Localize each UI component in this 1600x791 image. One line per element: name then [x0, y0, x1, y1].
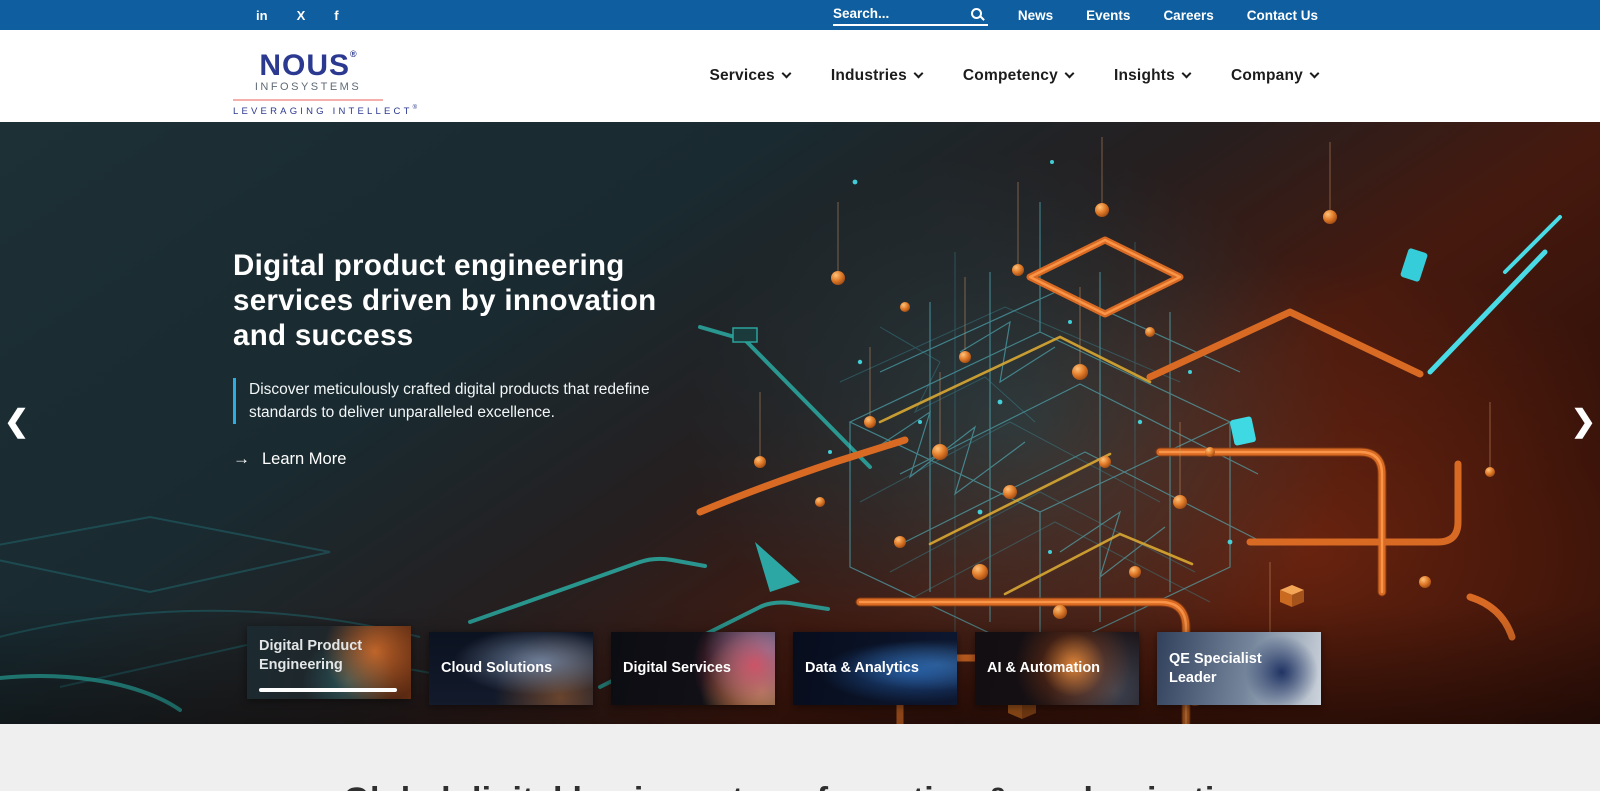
slide-thumb-qe-specialist-leader[interactable]: QE Specialist Leader: [1157, 632, 1321, 705]
slide-thumb-digital-product-engineering[interactable]: Digital Product Engineering: [247, 626, 411, 699]
next-section: Global digital business transformation &…: [0, 724, 1600, 791]
topbar-link-events[interactable]: Events: [1086, 8, 1130, 23]
linkedin-icon[interactable]: in: [256, 8, 268, 23]
topbar-link-contact-us[interactable]: Contact Us: [1247, 8, 1318, 23]
slide-progress-bar: [259, 688, 397, 692]
chevron-down-icon: [781, 68, 792, 79]
learn-more-label: Learn More: [262, 449, 347, 468]
registered-mark-icon: ®: [350, 49, 357, 59]
hero-content: Digital product engineering services dri…: [233, 248, 707, 469]
x-twitter-icon[interactable]: X: [297, 8, 306, 23]
nav-item-industries[interactable]: Industries: [831, 67, 924, 85]
search-icon[interactable]: [971, 7, 982, 19]
nous-logo[interactable]: NOUS® INFOSYSTEMS LEVERAGING INTELLECT®: [233, 39, 418, 117]
main-header: NOUS® INFOSYSTEMS LEVERAGING INTELLECT® …: [0, 30, 1600, 122]
carousel-prev-button[interactable]: ❮: [4, 405, 29, 439]
slide-thumb-data-analytics[interactable]: Data & Analytics: [793, 632, 957, 705]
topbar-links: News Events Careers Contact Us: [1018, 0, 1318, 30]
carousel-next-button[interactable]: ❯: [1571, 405, 1596, 439]
chevron-down-icon: [1064, 68, 1075, 79]
nav-item-competency[interactable]: Competency: [963, 67, 1075, 85]
search-box[interactable]: [833, 2, 988, 26]
facebook-icon[interactable]: f: [334, 8, 338, 23]
learn-more-link[interactable]: → Learn More: [233, 449, 346, 469]
logo-tagline: LEVERAGING INTELLECT®: [233, 105, 418, 117]
arrow-right-icon: →: [233, 449, 250, 468]
logo-underline: [233, 99, 383, 101]
registered-mark-icon: ®: [412, 105, 418, 111]
main-nav: Services Industries Competency Insights …: [709, 30, 1320, 122]
slide-thumb-cloud-solutions[interactable]: Cloud Solutions: [429, 632, 593, 705]
nav-item-insights[interactable]: Insights: [1114, 67, 1192, 85]
chevron-down-icon: [913, 68, 924, 79]
logo-wordmark: NOUS®: [259, 49, 357, 82]
slide-thumb-ai-automation[interactable]: AI & Automation: [975, 632, 1139, 705]
chevron-down-icon: [1309, 68, 1320, 79]
hero-banner: Digital product engineering services dri…: [0, 122, 1600, 724]
social-links: in X f: [256, 0, 339, 30]
top-bar: in X f News Events Careers Contact Us: [0, 0, 1600, 30]
topbar-link-news[interactable]: News: [1018, 8, 1053, 23]
nav-item-company[interactable]: Company: [1231, 67, 1320, 85]
topbar-link-careers[interactable]: Careers: [1163, 8, 1213, 23]
chevron-down-icon: [1181, 68, 1192, 79]
slide-thumb-digital-services[interactable]: Digital Services: [611, 632, 775, 705]
section-heading: Global digital business transformation &…: [0, 724, 1600, 791]
search-input[interactable]: [833, 5, 953, 21]
nav-item-services[interactable]: Services: [709, 67, 792, 85]
hero-subtitle: Discover meticulously crafted digital pr…: [233, 378, 661, 424]
hero-title: Digital product engineering services dri…: [233, 249, 657, 352]
carousel-thumbnails: Digital Product Engineering Cloud Soluti…: [247, 626, 1321, 705]
logo-subtitle: INFOSYSTEMS: [254, 81, 362, 93]
